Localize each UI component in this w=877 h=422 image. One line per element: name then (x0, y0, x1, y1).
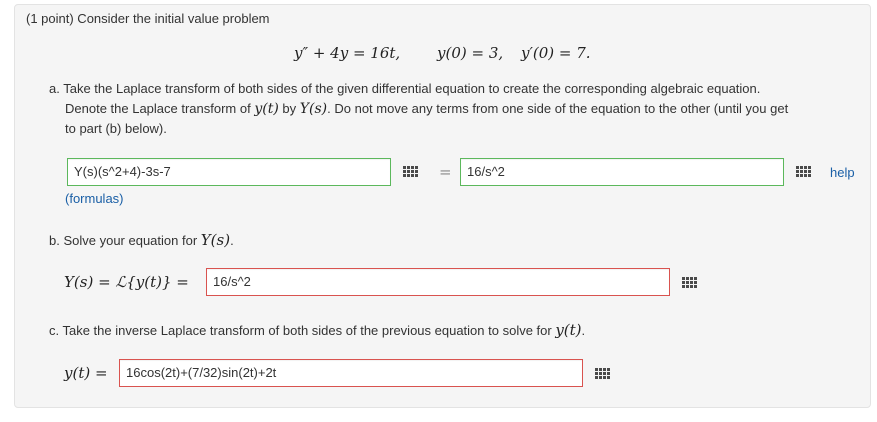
part-c-prompt-post: . (581, 323, 586, 338)
problem-header: (1 point) Consider the initial value pro… (26, 11, 270, 26)
equation-editor-icon[interactable] (595, 368, 611, 380)
part-a-line2-pre: Denote the Laplace transform of (65, 101, 255, 116)
laplace-right-input[interactable]: 16/s^2 (460, 158, 784, 186)
Ys-math: Y(s) (200, 231, 231, 249)
problem-panel (14, 4, 871, 408)
yt-math: y(t) (254, 101, 279, 117)
laplace-left-input[interactable]: Y(s)(s^2+4)-3s-7 (67, 158, 391, 186)
part-c-label: y(t) = (64, 364, 108, 382)
formulas-link[interactable]: (formulas) (65, 191, 124, 206)
part-a-line3: to part (b) below). (65, 121, 167, 136)
part-a-line2-by: by (278, 101, 300, 116)
initial-condition-2: y′(0) = 7. (521, 44, 591, 62)
part-b-label: Y(s) = ℒ{y(t)} = (64, 273, 189, 291)
equation-editor-icon[interactable] (796, 166, 812, 178)
equals-sign: = (439, 163, 452, 181)
yt-math: y(t) (555, 321, 582, 339)
Ys-input[interactable]: 16/s^2 (206, 268, 670, 296)
part-b-prompt-pre: b. Solve your equation for (49, 233, 201, 248)
part-a-line2: Denote the Laplace transform of y(t) by … (65, 98, 788, 120)
ode-equation: y″ + 4y = 16t, (294, 44, 401, 62)
part-c-prompt-pre: c. Take the inverse Laplace transform of… (49, 323, 556, 338)
yt-input[interactable]: 16cos(2t)+(7/32)sin(2t)+2t (119, 359, 583, 387)
Ys-math: Y(s) (299, 101, 328, 117)
part-a-line1: a. Take the Laplace transform of both si… (49, 81, 761, 96)
part-a-line2-post: . Do not move any terms from one side of… (327, 101, 789, 116)
part-b-prompt: b. Solve your equation for Y(s). (49, 231, 234, 249)
help-link[interactable]: help (830, 165, 855, 180)
equation-editor-icon[interactable] (682, 277, 698, 289)
part-c-prompt: c. Take the inverse Laplace transform of… (49, 321, 585, 339)
initial-condition-1: y(0) = 3, (437, 44, 504, 62)
part-b-prompt-post: . (230, 233, 234, 248)
equation-editor-icon[interactable] (403, 166, 419, 178)
